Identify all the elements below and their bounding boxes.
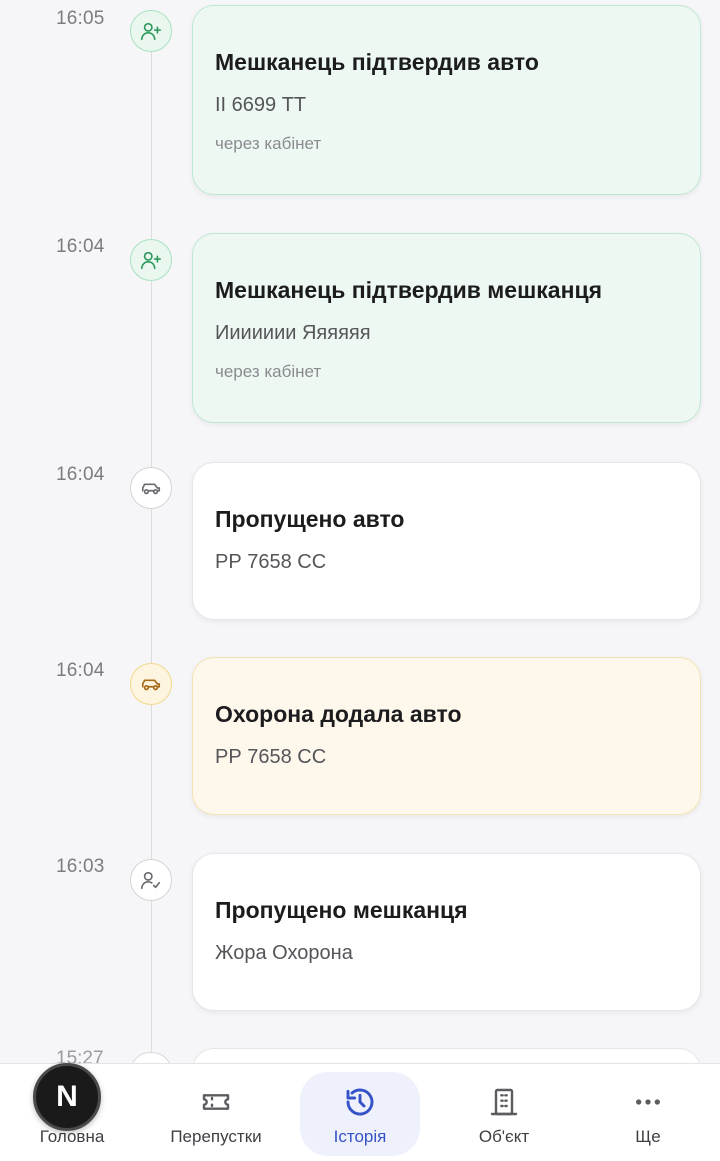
event-subtitle: РР 7658 СС (215, 551, 327, 573)
nav-history[interactable]: Історія (288, 1064, 432, 1161)
user-check-icon (130, 859, 172, 901)
user-plus-icon (130, 10, 172, 52)
event-time: 16:04 (56, 236, 105, 257)
nav-label: Ще (635, 1127, 661, 1146)
event-card[interactable]: Мешканець підтвердив мешканця Иииииии Яя… (192, 233, 701, 423)
event-subtitle: РР 7658 СС (215, 746, 327, 768)
nav-object[interactable]: Об'єкт (432, 1064, 576, 1161)
event-time: 16:03 (56, 856, 105, 877)
history-icon (343, 1085, 377, 1119)
event-subtitle: ІІ 6699 ТТ (215, 94, 307, 116)
event-card[interactable]: Охорона додала авто РР 7658 СС (192, 657, 701, 815)
nav-passes[interactable]: Перепустки (144, 1064, 288, 1161)
event-title: Мешканець підтвердив авто (215, 49, 539, 75)
event-time: 16:04 (56, 660, 105, 681)
timeline-rail (151, 40, 152, 1161)
event-title: Охорона додала авто (215, 701, 462, 727)
event-meta: через кабінет (215, 134, 322, 153)
event-title: Мешканець підтвердив мешканця (215, 277, 603, 303)
more-icon (631, 1085, 665, 1119)
ticket-icon (199, 1085, 233, 1119)
history-timeline: 16:05 Мешканець підтвердив авто ІІ 6699 … (0, 0, 720, 1161)
event-card[interactable]: Пропущено мешканця Жора Охорона (192, 853, 701, 1011)
event-card[interactable]: Мешканець підтвердив авто ІІ 6699 ТТ чер… (192, 5, 701, 195)
avatar-letter: N (56, 1080, 78, 1113)
car-icon (130, 467, 172, 509)
nav-label: Історія (333, 1127, 387, 1146)
bottom-navigation: Головна Перепустки Історія Об'єкт Ще (0, 1063, 720, 1161)
event-title: Пропущено мешканця (215, 897, 468, 923)
event-subtitle: Иииииии Яяяяяя (215, 322, 371, 344)
avatar[interactable]: N (33, 1063, 101, 1131)
event-card[interactable]: Пропущено авто РР 7658 СС (192, 462, 701, 620)
user-plus-icon (130, 239, 172, 281)
event-time: 16:04 (56, 464, 105, 485)
event-meta: через кабінет (215, 362, 322, 381)
nav-more[interactable]: Ще (576, 1064, 720, 1161)
event-time: 16:05 (56, 8, 105, 29)
event-title: Пропущено авто (215, 506, 405, 532)
car-icon (130, 663, 172, 705)
building-icon (487, 1085, 521, 1119)
event-subtitle: Жора Охорона (215, 942, 353, 964)
nav-label: Об'єкт (478, 1127, 530, 1146)
nav-label: Перепустки (170, 1127, 262, 1146)
